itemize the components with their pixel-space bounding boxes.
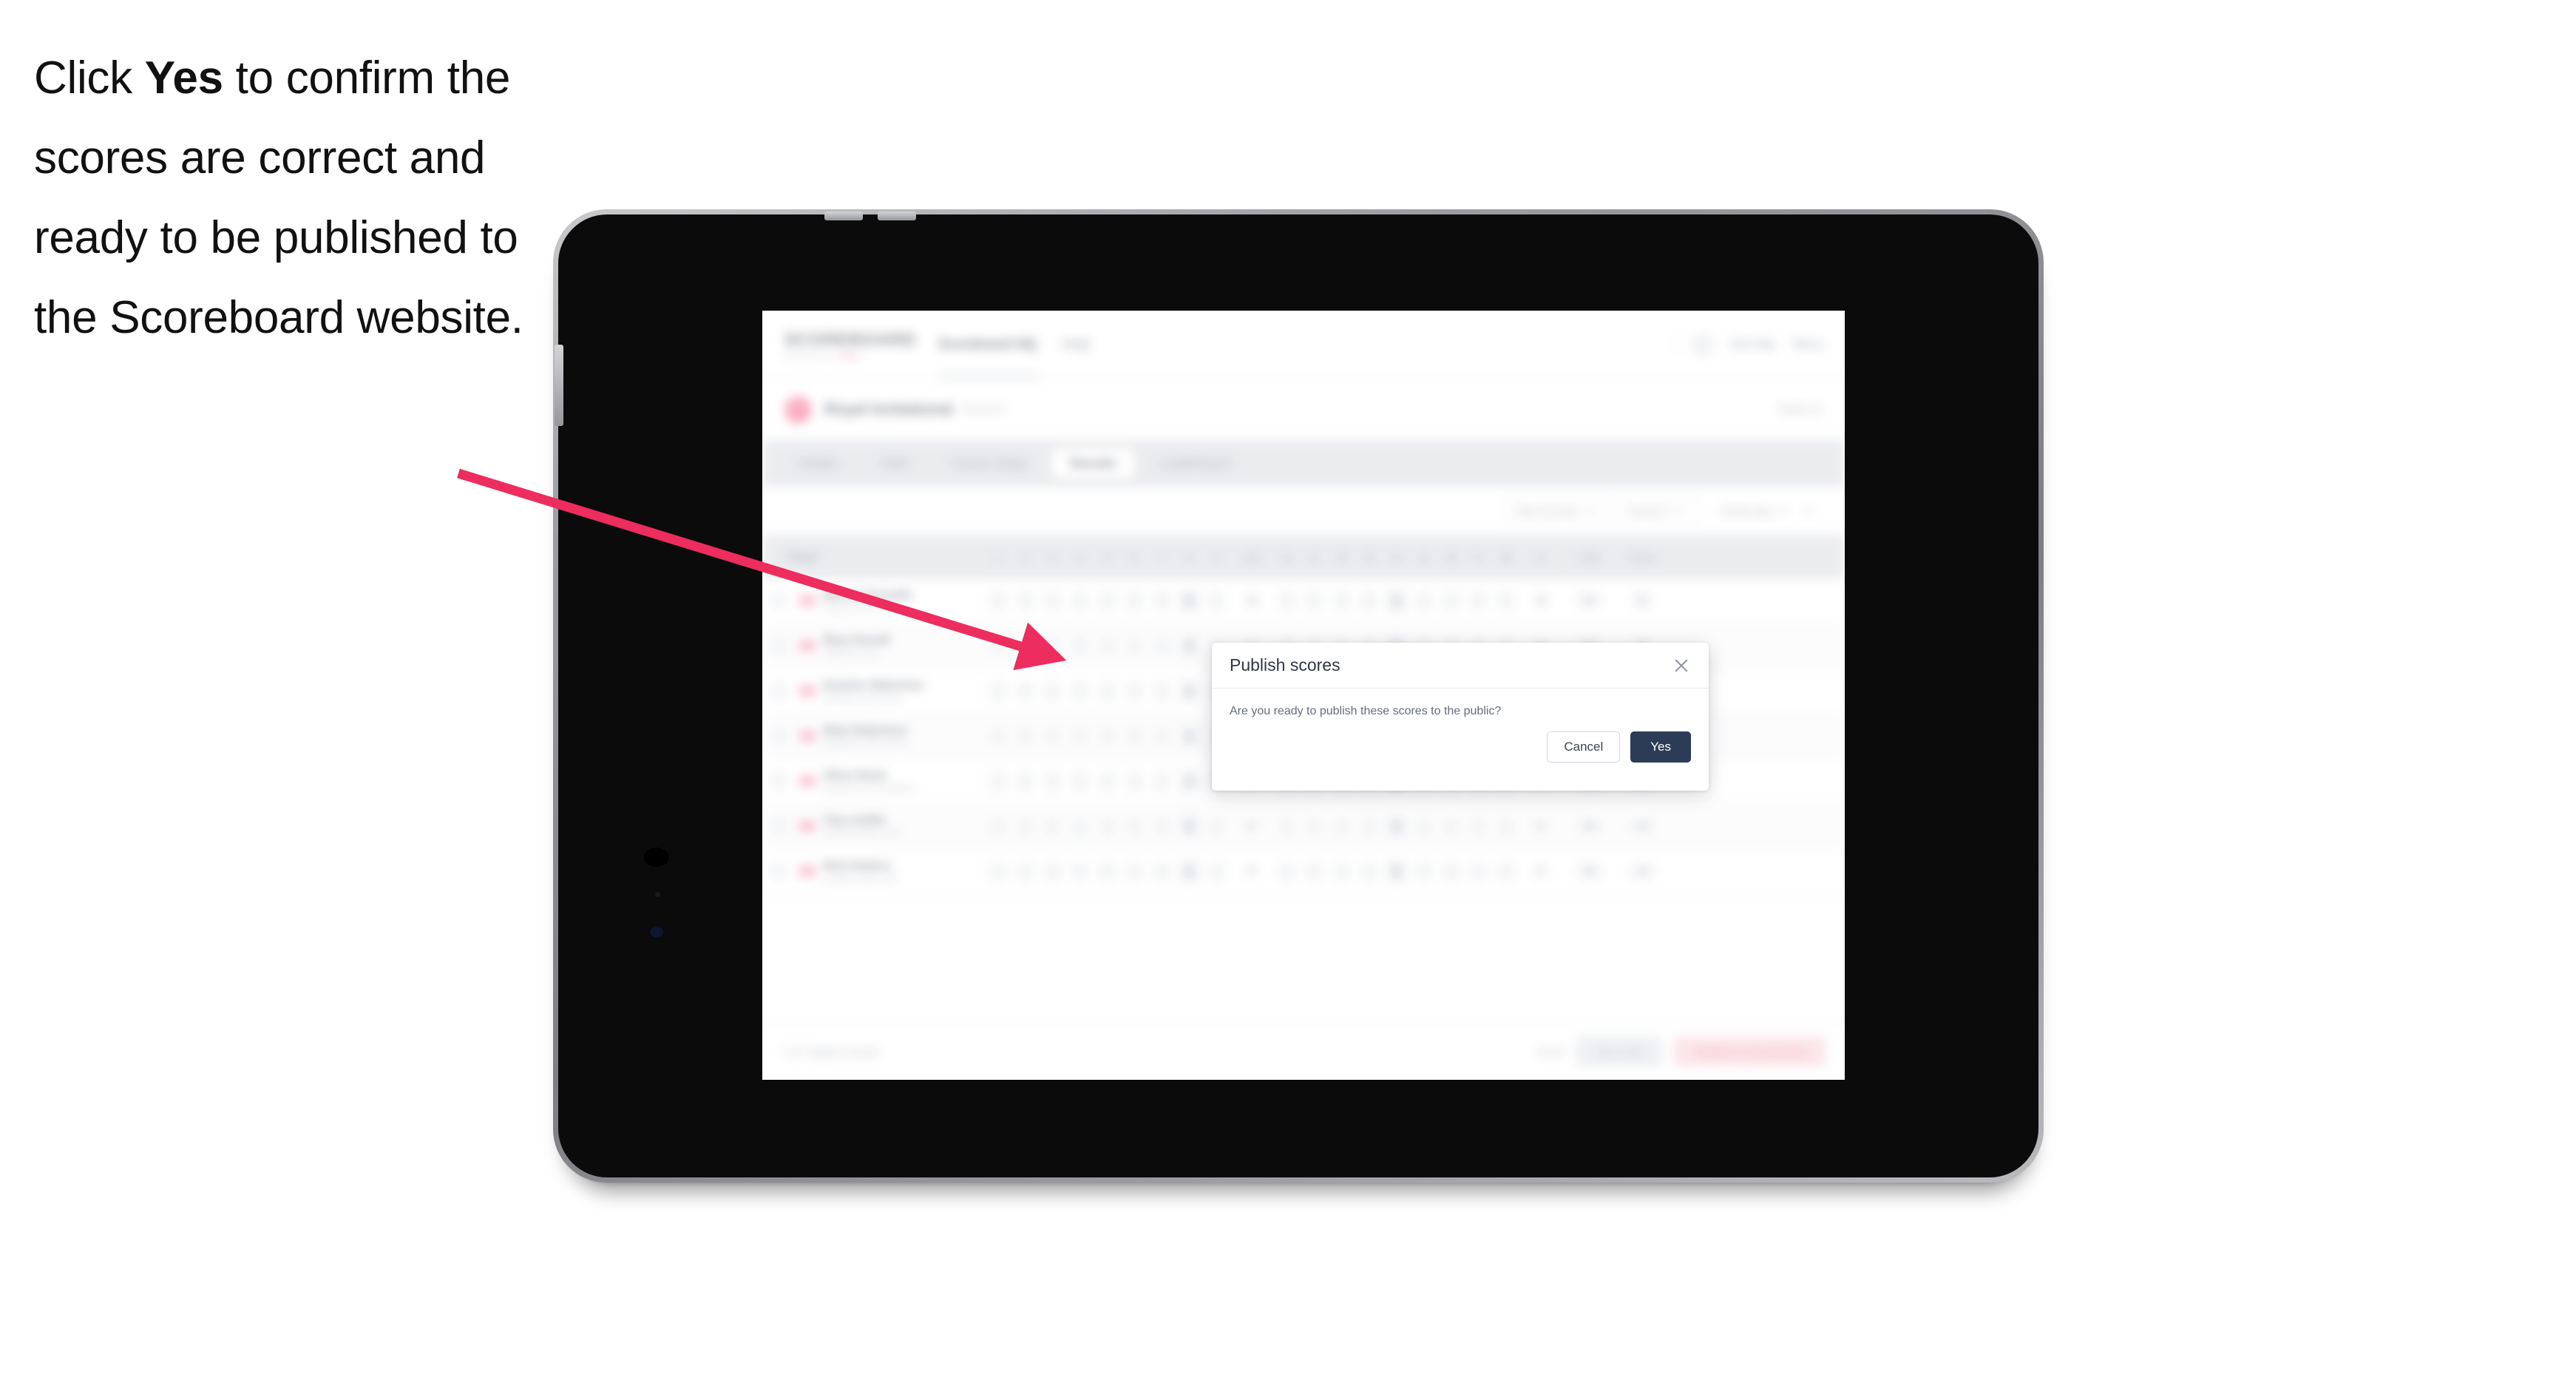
- caption-text-before: Click: [34, 53, 145, 104]
- volume-down-button[interactable]: [878, 212, 916, 220]
- camera-lens-icon: [648, 924, 665, 939]
- tablet-device: SCOREBOARD POWERED BY GOLF Scoreboard HQ…: [553, 209, 2044, 1183]
- cancel-button[interactable]: Cancel: [1547, 731, 1621, 763]
- yes-button[interactable]: Yes: [1630, 731, 1691, 763]
- volume-up-button[interactable]: [824, 212, 863, 220]
- instruction-caption: Click Yes to confirm the scores are corr…: [34, 38, 574, 358]
- close-icon[interactable]: [1672, 656, 1691, 675]
- dialog-header: Publish scores: [1212, 643, 1709, 689]
- dialog-message: Are you ready to publish these scores to…: [1230, 705, 1502, 717]
- device-screen: SCOREBOARD POWERED BY GOLF Scoreboard HQ…: [762, 311, 1845, 1080]
- caption-text-bold: Yes: [144, 53, 223, 104]
- publish-scores-dialog: Publish scores Are you ready to publish …: [1212, 643, 1709, 791]
- front-camera-icon: [644, 848, 669, 867]
- sensor-pin-icon: [655, 892, 660, 897]
- page-root: Click Yes to confirm the scores are corr…: [0, 0, 2576, 1386]
- device-body: SCOREBOARD POWERED BY GOLF Scoreboard HQ…: [555, 212, 2038, 1177]
- dialog-actions: Cancel Yes: [1212, 718, 1709, 763]
- power-button[interactable]: [555, 345, 563, 426]
- dialog-title: Publish scores: [1230, 655, 1340, 675]
